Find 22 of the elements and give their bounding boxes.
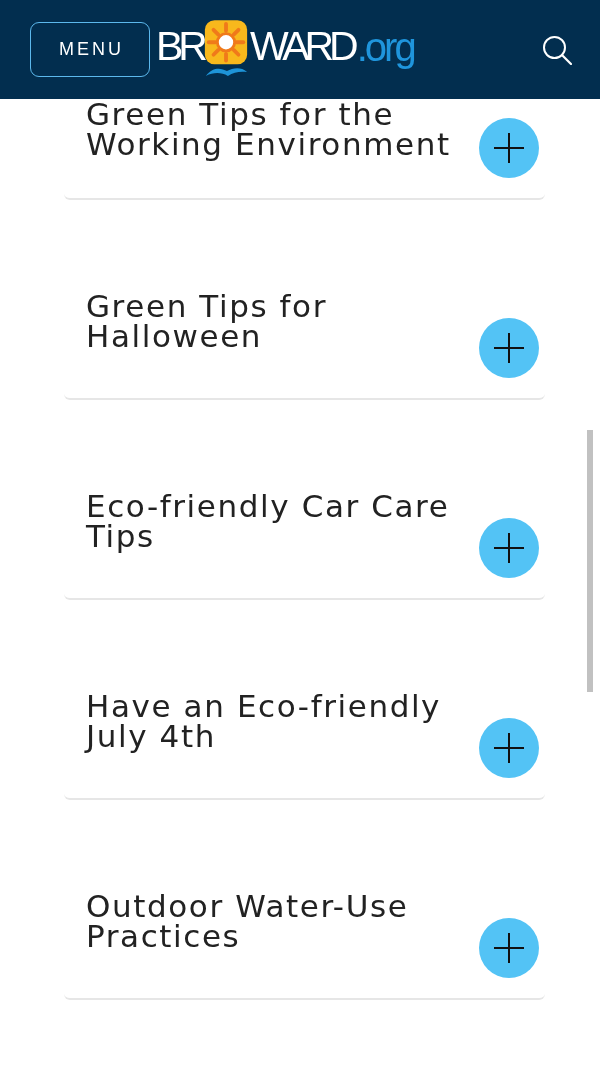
- accordion-title: Eco-friendly Car Care Tips: [86, 491, 451, 551]
- expand-button[interactable]: [479, 718, 539, 778]
- menu-button[interactable]: MENU: [30, 22, 150, 77]
- plus-icon: [494, 733, 524, 763]
- accordion-title: Outdoor Water-Use Practices: [86, 891, 410, 951]
- accordion-title: Green Tips for the Working Environment: [86, 99, 452, 159]
- logo-domain-text: .org: [356, 23, 414, 71]
- search-icon: [542, 34, 572, 65]
- plus-icon: [494, 133, 524, 163]
- logo-text: BR: [156, 21, 203, 71]
- plus-icon: [494, 533, 524, 563]
- search-button[interactable]: [542, 34, 572, 65]
- logo-text: WARD: [249, 21, 354, 71]
- plus-icon: [494, 333, 524, 363]
- expand-button[interactable]: [479, 318, 539, 378]
- scrollbar-thumb[interactable]: [587, 430, 593, 692]
- accordion-title: Have an Eco-friendly July 4th: [86, 691, 443, 751]
- plus-icon: [494, 933, 524, 963]
- expand-button[interactable]: [479, 118, 539, 178]
- expand-button[interactable]: [479, 518, 539, 578]
- expand-button[interactable]: [479, 918, 539, 978]
- accordion-title: Green Tips for Halloween: [86, 291, 329, 351]
